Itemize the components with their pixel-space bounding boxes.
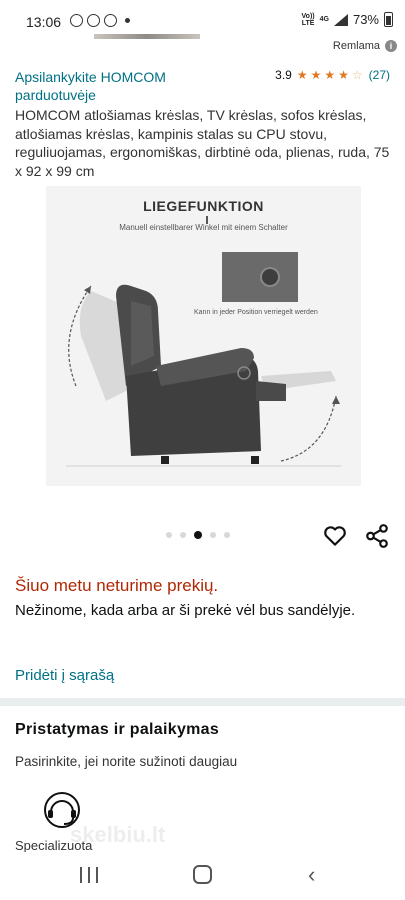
more-notifications-icon (125, 18, 130, 23)
star-icon: ★ (324, 68, 336, 82)
signal-icon (333, 13, 348, 26)
star-icon: ★ (338, 68, 349, 82)
image-note: Kann in jeder Position verriegelt werden (194, 309, 318, 316)
add-to-list-link[interactable]: Pridėti į sąrašą (15, 667, 114, 684)
facebook-icon (104, 14, 117, 27)
sponsored-text: Remlama (332, 40, 380, 52)
carousel-dot[interactable] (210, 532, 216, 538)
star-icon: ★ (296, 68, 308, 82)
availability-description: Nežinome, kada arba ar ši prekė vėl bus … (15, 602, 356, 619)
share-icon[interactable] (364, 523, 390, 549)
network-4g: 4G (319, 16, 329, 23)
heart-icon[interactable] (322, 523, 348, 549)
notification-icons (70, 14, 130, 27)
carousel-dot[interactable] (166, 532, 172, 538)
delivery-title: Pristatymas ir palaikymas (15, 721, 220, 738)
rating-count[interactable]: (27) (369, 68, 390, 82)
sponsored-label[interactable]: Remlama i (333, 40, 397, 52)
status-time: 13:06 (26, 14, 62, 30)
back-icon[interactable]: ‹ (308, 864, 315, 886)
star-icon: ★ (310, 68, 322, 82)
home-icon[interactable] (193, 865, 212, 884)
network-lte: LTE (301, 19, 315, 27)
info-icon[interactable]: i (385, 40, 397, 52)
status-bar: 13:06 Vo)) LTE 4G 73% (0, 0, 405, 40)
network-label: Vo)) LTE (302, 13, 315, 27)
section-divider (0, 698, 405, 706)
carousel-dot[interactable] (224, 532, 230, 538)
availability-status: Šiuo metu neturime prekių. (15, 576, 219, 595)
battery-icon (384, 12, 393, 27)
rating-value: 3.9 (275, 68, 292, 82)
delivery-subtitle: Pasirinkite, jei norite sužinoti daugiau (15, 754, 238, 769)
watermark: skelbiu.lt (70, 822, 166, 847)
product-image[interactable]: LIEGEFUNKTION Manuell einstellbarer Wink… (46, 186, 361, 486)
network-volte: Vo)) (301, 12, 315, 20)
carousel-dots[interactable] (166, 531, 230, 539)
image-subtitle: Manuell einstellbarer Winkel mit einem S… (119, 223, 288, 232)
image-heading: LIEGEFUNKTION (143, 198, 264, 214)
recent-apps-icon[interactable] (80, 867, 98, 883)
carousel-dot-active[interactable] (194, 531, 202, 539)
notification-icon (87, 14, 100, 27)
star-empty-icon: ☆ (351, 68, 363, 82)
previous-image-strip (94, 34, 200, 39)
product-title: HOMCOM atlošiamas krėslas, TV krėslas, s… (15, 107, 390, 179)
store-link[interactable]: Apsilankykite HOMCOM parduotuvėje (15, 68, 235, 104)
rating[interactable]: 3.9 ★ ★ ★ ★ ☆ (27) (275, 68, 390, 82)
status-right: Vo)) LTE 4G 73% (302, 12, 393, 27)
system-nav-bar: ‹ (0, 852, 405, 900)
battery-percent: 73% (352, 12, 379, 27)
notification-icon (70, 14, 83, 27)
carousel-dot[interactable] (180, 532, 186, 538)
